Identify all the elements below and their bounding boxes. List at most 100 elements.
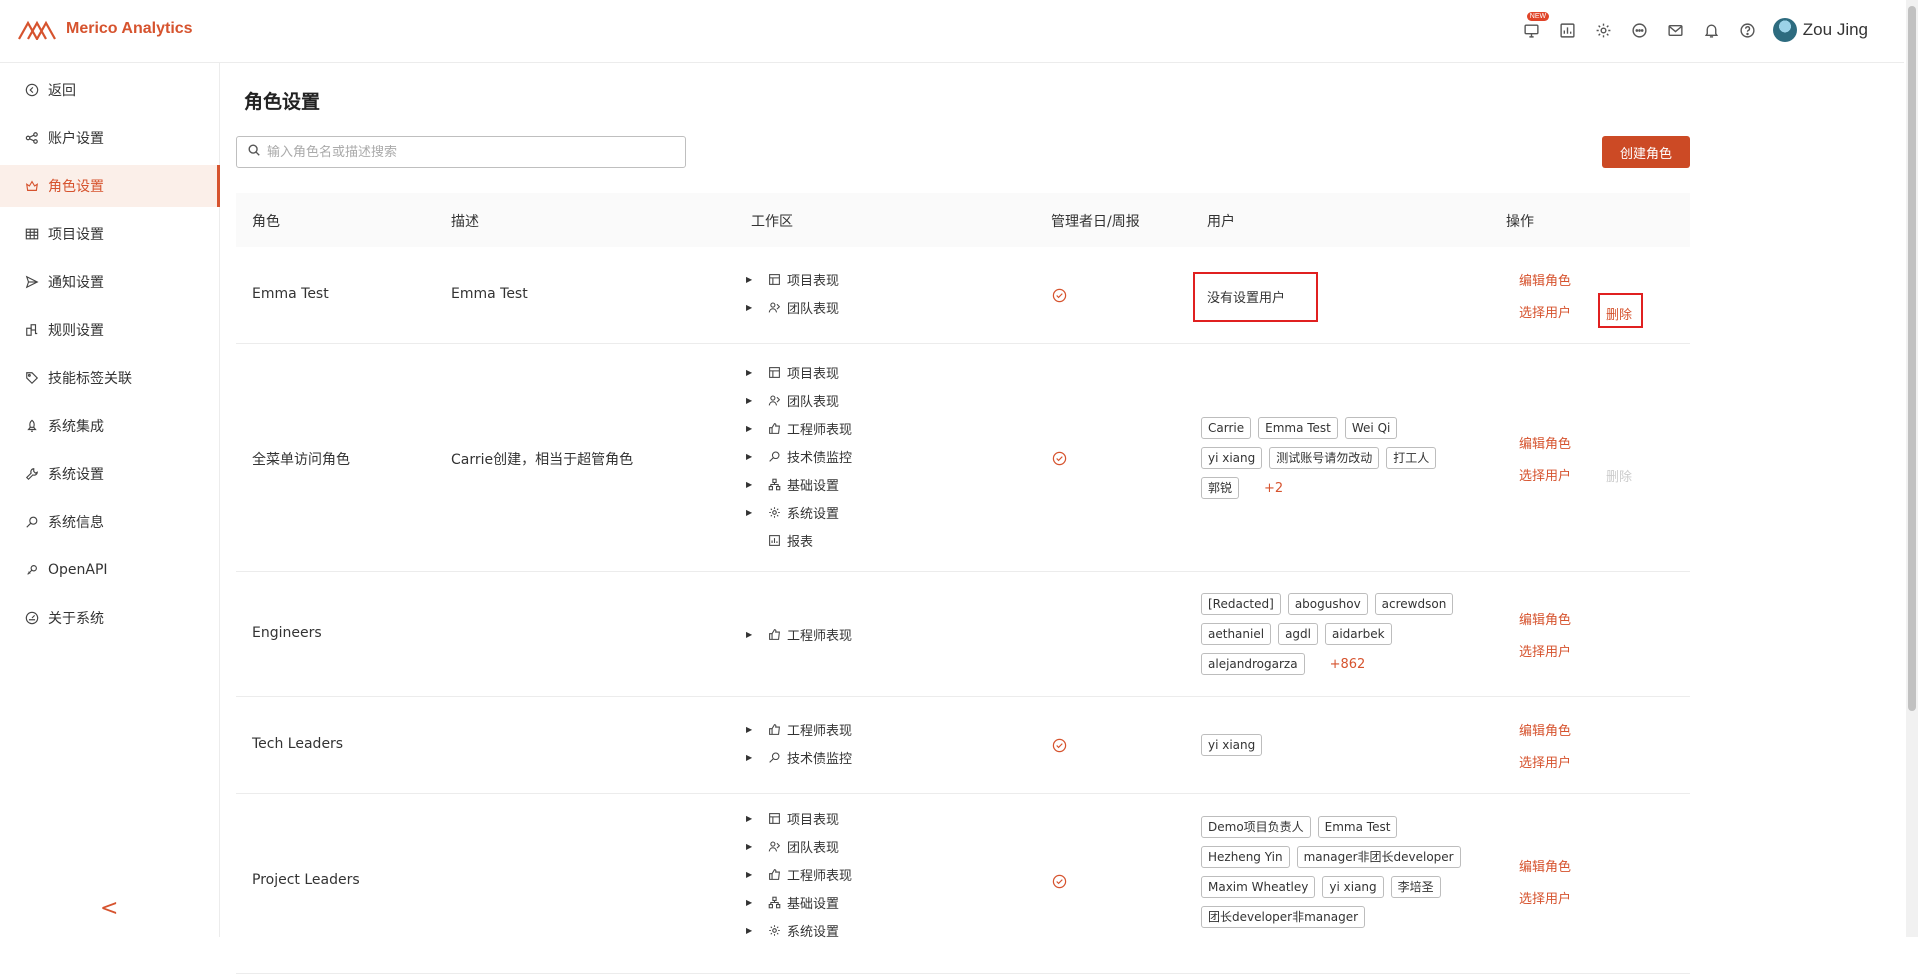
- expand-caret-icon[interactable]: ▶: [746, 926, 756, 935]
- edit-role-button[interactable]: 编辑角色: [1519, 849, 1571, 881]
- more-users-link[interactable]: +862: [1330, 657, 1366, 672]
- table-row: Engineers ▶ 工程师表现 [Redacted] abogushov acre…: [236, 572, 1690, 697]
- row-actions: 编辑角色 选择用户: [1519, 849, 1571, 913]
- expand-caret-icon[interactable]: ▶: [746, 303, 756, 312]
- search-doc-icon: [24, 514, 40, 530]
- edit-role-button[interactable]: 编辑角色: [1519, 426, 1571, 458]
- sidebar-item-rules[interactable]: 规则设置: [0, 309, 220, 351]
- sidebar-item-skill-tags[interactable]: 技能标签关联: [0, 357, 220, 399]
- report-icon[interactable]: [1557, 19, 1579, 41]
- role-name: Emma Test: [252, 286, 329, 302]
- sidebar-item-label: 角色设置: [48, 179, 104, 195]
- expand-caret-icon[interactable]: ▶: [746, 753, 756, 762]
- sidebar-item-label: 系统设置: [48, 467, 104, 483]
- user-tag: 打工人: [1386, 447, 1437, 469]
- app-logo[interactable]: Merico Analytics: [18, 18, 193, 40]
- expand-caret-icon[interactable]: ▶: [746, 814, 756, 823]
- select-users-button[interactable]: 选择用户: [1519, 458, 1571, 490]
- workspace-item[interactable]: ▶ 技术债监控: [746, 743, 852, 771]
- workspace-item[interactable]: ▶ 工程师表现: [746, 620, 852, 648]
- expand-caret-icon[interactable]: ▶: [746, 842, 756, 851]
- user-tag: 李培圣: [1390, 876, 1441, 898]
- user-name[interactable]: Zou Jing: [1803, 20, 1868, 40]
- expand-caret-icon[interactable]: ▶: [746, 898, 756, 907]
- workspace-item[interactable]: ▶ 项目表现: [746, 804, 852, 832]
- sidebar-item-label: 返回: [48, 83, 76, 99]
- collapse-sidebar-icon[interactable]: <: [100, 896, 118, 921]
- workspace-item[interactable]: ▶报表: [746, 526, 852, 554]
- role-icon: [24, 178, 40, 194]
- workspace-item[interactable]: ▶ 系统设置: [746, 916, 852, 944]
- workspace-item[interactable]: ▶ 工程师表现: [746, 860, 852, 888]
- edit-role-button[interactable]: 编辑角色: [1519, 713, 1571, 745]
- gear-icon[interactable]: [1593, 19, 1615, 41]
- expand-caret-icon[interactable]: ▶: [746, 630, 756, 639]
- edit-role-button[interactable]: 编辑角色: [1519, 263, 1571, 295]
- role-name: Tech Leaders: [252, 736, 344, 752]
- thumbs-up-icon: [768, 867, 782, 881]
- select-users-button[interactable]: 选择用户: [1519, 295, 1571, 327]
- board-icon: [768, 365, 782, 379]
- role-name: Engineers: [252, 625, 322, 641]
- expand-caret-icon[interactable]: ▶: [746, 396, 756, 405]
- workspace-item[interactable]: ▶ 团队表现: [746, 386, 852, 414]
- expand-caret-icon[interactable]: ▶: [746, 368, 756, 377]
- user-tag: Carrie: [1201, 417, 1252, 439]
- sidebar-item-account[interactable]: 账户设置: [0, 117, 220, 159]
- search-input[interactable]: [267, 144, 667, 160]
- select-users-button[interactable]: 选择用户: [1519, 745, 1571, 777]
- search-box[interactable]: [236, 136, 686, 168]
- sidebar-item-roles[interactable]: 角色设置: [0, 165, 220, 207]
- chat-icon[interactable]: [1629, 19, 1651, 41]
- hierarchy-icon: [768, 895, 782, 909]
- edit-role-button[interactable]: 编辑角色: [1519, 602, 1571, 634]
- team-icon: [768, 393, 782, 407]
- expand-caret-icon[interactable]: ▶: [746, 480, 756, 489]
- sidebar-item-openapi[interactable]: OpenAPI: [0, 549, 220, 591]
- header-toolbar: NEW Zou Jing: [1507, 12, 1868, 42]
- avatar[interactable]: [1772, 18, 1797, 42]
- workspace-label: 技术债监控: [787, 751, 853, 767]
- expand-caret-icon[interactable]: ▶: [746, 452, 756, 461]
- sidebar-item-system-info[interactable]: 系统信息: [0, 501, 220, 543]
- workspace-item[interactable]: ▶ 基础设置: [746, 470, 852, 498]
- expand-caret-icon[interactable]: ▶: [746, 870, 756, 879]
- workspace-list: ▶ 工程师表现: [746, 620, 852, 648]
- sidebar-item-back[interactable]: 返回: [0, 69, 220, 111]
- workspace-item[interactable]: ▶ 工程师表现: [746, 715, 852, 743]
- bell-icon[interactable]: [1701, 19, 1723, 41]
- sidebar-item-notifications[interactable]: 通知设置: [0, 261, 220, 303]
- sidebar-item-projects[interactable]: 项目设置: [0, 213, 220, 255]
- mail-icon[interactable]: [1665, 19, 1687, 41]
- workspace-item[interactable]: ▶ 技术债监控: [746, 442, 852, 470]
- more-users-link[interactable]: +2: [1264, 481, 1283, 496]
- sidebar-item-integrations[interactable]: 系统集成: [0, 405, 220, 447]
- expand-caret-icon[interactable]: ▶: [746, 424, 756, 433]
- page-scrollbar[interactable]: [1906, 0, 1918, 937]
- monitor-new-icon[interactable]: NEW: [1521, 12, 1550, 41]
- workspace-item[interactable]: ▶ 基础设置: [746, 888, 852, 916]
- user-tag: Emma Test: [1317, 816, 1398, 838]
- workspace-item[interactable]: ▶ 系统设置: [746, 498, 852, 526]
- expand-caret-icon[interactable]: ▶: [746, 725, 756, 734]
- workspace-item[interactable]: ▶ 项目表现: [746, 265, 839, 293]
- roles-table: 角色 描述 工作区 管理者日/周报 用户 操作 Emma Test Emma T…: [236, 193, 1690, 974]
- workspace-item[interactable]: ▶ 团队表现: [746, 293, 839, 321]
- sidebar-item-about[interactable]: 关于系统: [0, 597, 220, 639]
- workspace-item[interactable]: ▶ 项目表现: [746, 358, 852, 386]
- workspace-label: 团队表现: [787, 394, 840, 410]
- sidebar-item-system-settings[interactable]: 系统设置: [0, 453, 220, 495]
- scrollbar-thumb[interactable]: [1908, 6, 1916, 711]
- expand-caret-icon[interactable]: ▶: [746, 508, 756, 517]
- user-tag: Demo项目负责人: [1201, 816, 1311, 838]
- tag-icon: [24, 370, 40, 386]
- create-role-button[interactable]: 创建角色: [1602, 136, 1690, 168]
- expand-caret-icon[interactable]: ▶: [746, 275, 756, 284]
- sidebar-item-label: 项目设置: [48, 227, 104, 243]
- workspace-item[interactable]: ▶ 工程师表现: [746, 414, 852, 442]
- select-users-button[interactable]: 选择用户: [1519, 881, 1571, 913]
- select-users-button[interactable]: 选择用户: [1519, 634, 1571, 666]
- help-icon[interactable]: [1737, 19, 1759, 41]
- workspace-item[interactable]: ▶ 团队表现: [746, 832, 852, 860]
- page-title: 角色设置: [244, 91, 321, 113]
